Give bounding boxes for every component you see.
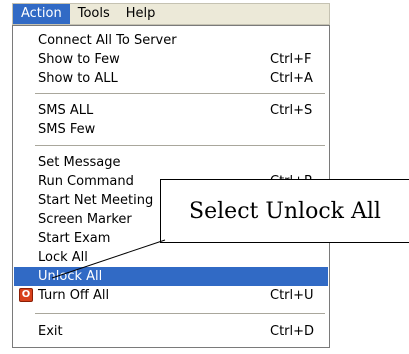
callout-pointer-line [51, 239, 166, 279]
